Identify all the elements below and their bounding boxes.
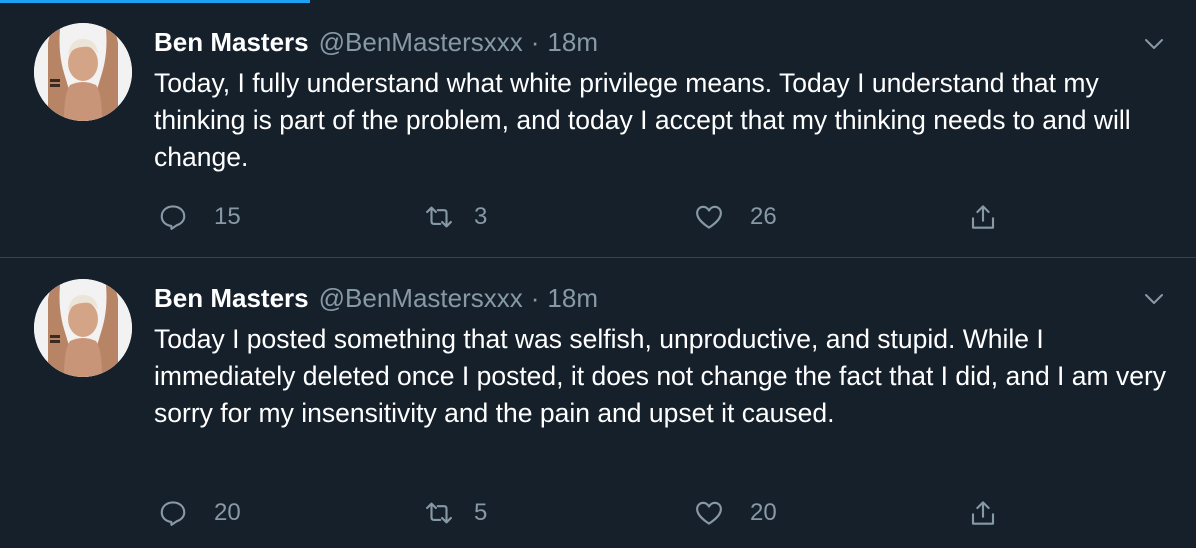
user-handle[interactable]: @BenMastersxxx [319, 27, 523, 58]
like-button[interactable]: 26 [694, 197, 777, 237]
share-arrow-icon [968, 498, 998, 528]
retweet-count: 3 [474, 203, 488, 230]
speech-bubble-icon [158, 498, 188, 528]
speech-bubble-icon [158, 202, 188, 232]
separator-dot: · [530, 282, 540, 313]
user-handle[interactable]: @BenMastersxxx [319, 283, 523, 314]
avatar[interactable] [34, 279, 132, 377]
retweet-count: 5 [474, 499, 488, 526]
avatar[interactable] [34, 23, 132, 121]
share-button[interactable] [968, 197, 998, 237]
tweet-header: Ben Masters @BenMastersxxx · 18m [154, 281, 598, 315]
heart-icon [694, 202, 724, 232]
reply-button[interactable]: 20 [158, 493, 241, 533]
timestamp[interactable]: 18m [547, 27, 598, 58]
timestamp[interactable]: 18m [547, 283, 598, 314]
share-arrow-icon [968, 202, 998, 232]
tweet-actions: 15 3 26 [154, 197, 1014, 237]
retweet-arrows-icon [424, 202, 454, 232]
tweet-header: Ben Masters @BenMastersxxx · 18m [154, 25, 598, 59]
like-button[interactable]: 20 [694, 493, 777, 533]
reply-count: 20 [214, 499, 241, 526]
display-name[interactable]: Ben Masters [154, 27, 309, 58]
tweet[interactable]: Ben Masters @BenMastersxxx · 18m Today I… [0, 259, 1196, 548]
retweet-button[interactable]: 3 [424, 197, 487, 237]
reply-button[interactable]: 15 [158, 197, 241, 237]
display-name[interactable]: Ben Masters [154, 283, 309, 314]
tweet-text: Today I posted something that was selfis… [154, 324, 1167, 428]
chevron-down-icon[interactable] [1142, 32, 1166, 56]
retweet-arrows-icon [424, 498, 454, 528]
like-count: 20 [750, 499, 777, 526]
tweet[interactable]: Ben Masters @BenMastersxxx · 18m Today, … [0, 0, 1196, 258]
like-count: 26 [750, 203, 777, 230]
tweet-actions: 20 5 20 [154, 493, 1014, 533]
heart-icon [694, 498, 724, 528]
separator-dot: · [530, 26, 540, 57]
retweet-button[interactable]: 5 [424, 493, 487, 533]
tweet-text: Today, I fully understand what white pri… [154, 68, 1131, 172]
reply-count: 15 [214, 203, 241, 230]
share-button[interactable] [968, 493, 998, 533]
chevron-down-icon[interactable] [1142, 287, 1166, 311]
